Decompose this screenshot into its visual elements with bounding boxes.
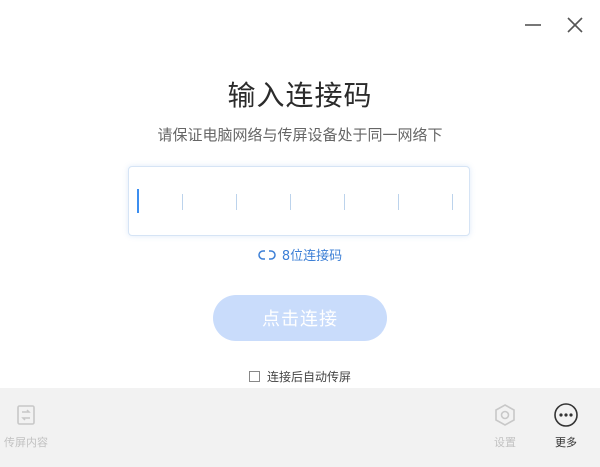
close-button[interactable] (564, 14, 586, 36)
settings-label: 设置 (494, 436, 516, 449)
connect-button[interactable]: 点击连接 (213, 295, 387, 341)
more-label: 更多 (555, 436, 577, 449)
code-length-toggle-label: 8位连接码 (281, 249, 343, 264)
close-icon (567, 17, 583, 33)
more-icon (553, 402, 579, 428)
auto-cast-label: 连接后自动传屏 (266, 370, 351, 384)
code-digit-1[interactable] (129, 167, 183, 235)
cast-content-label: 传屏内容 (4, 436, 48, 449)
more-button[interactable]: 更多 (553, 402, 579, 450)
code-length-toggle[interactable]: 8位连接码 (0, 245, 600, 264)
minimize-button[interactable] (522, 14, 544, 36)
settings-button[interactable]: 设置 (492, 402, 518, 450)
gear-icon (492, 402, 518, 428)
digit-separator (452, 194, 453, 210)
link-icon (258, 248, 276, 262)
auto-cast-checkbox[interactable] (248, 371, 260, 382)
cast-content-icon (13, 402, 39, 428)
auto-cast-option[interactable]: 连接后自动传屏 (0, 368, 600, 385)
window-controls (522, 14, 586, 36)
code-digit-3[interactable] (237, 167, 291, 235)
code-digit-4[interactable] (291, 167, 345, 235)
code-digit-2[interactable] (183, 167, 237, 235)
page-subtitle: 请保证电脑网络与传屏设备处于同一网络下 (157, 126, 443, 144)
minimize-icon (525, 24, 541, 26)
code-digit-6[interactable] (399, 167, 453, 235)
footer-bar: 传屏内容 设置 更多 (0, 388, 600, 467)
page-title: 输入连接码 (227, 79, 373, 112)
text-caret (137, 189, 139, 213)
code-digit-5[interactable] (345, 167, 399, 235)
connection-code-input[interactable] (128, 166, 470, 236)
cast-content-button[interactable]: 传屏内容 (4, 402, 48, 450)
